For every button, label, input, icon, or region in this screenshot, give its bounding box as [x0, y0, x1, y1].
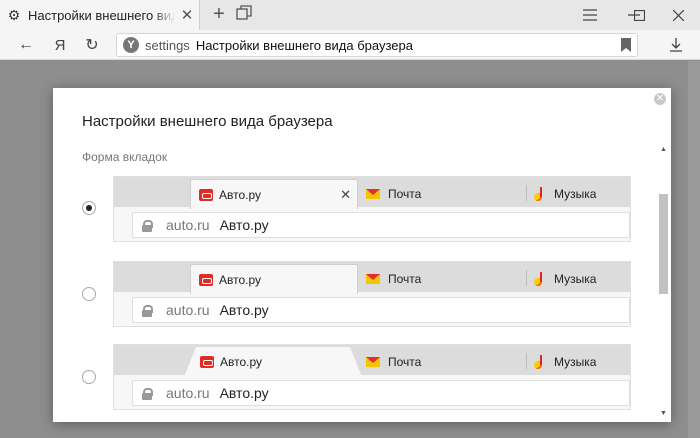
lock-icon	[142, 387, 153, 400]
tab-title: Настройки внешнего вида б	[28, 7, 175, 23]
preview-tab-strip: Авто.ру Почта Музыка	[114, 345, 630, 377]
tab-separator	[526, 270, 527, 286]
auto-ru-icon	[200, 356, 214, 368]
lock-icon	[142, 219, 153, 232]
new-tab-button[interactable]: +	[208, 4, 230, 26]
preview-tab-active: Авто.ру	[184, 347, 362, 377]
preview-page-title: Авто.ру	[219, 302, 269, 318]
bookmark-icon[interactable]	[621, 38, 631, 52]
title-bar: ⚙ Настройки внешнего вида б ✕ +	[0, 0, 700, 30]
browser-tab[interactable]: ⚙ Настройки внешнего вида б ✕	[0, 0, 200, 30]
preview-tab-music: Музыка	[534, 264, 596, 294]
preview-tab-mail: Почта	[366, 264, 421, 294]
preview-tab-label: Почта	[388, 355, 422, 369]
preview-host: auto.ru	[166, 217, 210, 233]
dialog-title: Настройки внешнего вида браузера	[82, 113, 333, 130]
preview-address-bar: auto.ru Авто.ру	[132, 212, 630, 238]
preview-host: auto.ru	[166, 302, 210, 318]
page-scrollbar[interactable]	[688, 61, 700, 438]
preview-tab-strip: Авто.ру ✕ Почта Музыка	[114, 177, 630, 209]
preview-tab-label: Авто.ру	[220, 355, 263, 369]
menu-icon[interactable]	[568, 0, 612, 30]
tab-separator	[526, 185, 527, 201]
tab-shape-preview[interactable]: Авто.ру ✕ Почта Музыка auto.ru Авто.ру	[113, 176, 631, 242]
address-page-title: Настройки внешнего вида браузера	[195, 37, 413, 53]
tab-shape-radio[interactable]	[82, 370, 96, 384]
tab-shape-option: Авто.ру Почта Музыка auto.ru Авто.ру	[53, 344, 653, 414]
maximize-button[interactable]	[617, 0, 661, 30]
scroll-thumb[interactable]	[659, 194, 668, 294]
music-icon	[534, 355, 546, 369]
mail-icon	[366, 189, 380, 199]
preview-tab-label: Авто.ру	[219, 187, 262, 202]
navigation-bar: ← Я ↻ Y settings Настройки внешнего вида…	[0, 30, 700, 60]
preview-address-bar: auto.ru Авто.ру	[132, 297, 630, 323]
tab-separator	[526, 353, 527, 369]
reload-icon[interactable]: ↻	[78, 30, 106, 60]
preview-tab-mail: Почта	[366, 179, 421, 209]
section-label: Форма вкладок	[82, 150, 168, 164]
dialog-scrollbar[interactable]: ▲ ▼	[657, 145, 668, 422]
tab-shape-option: Авто.ру ✕ Почта Музыка auto.ru Авто.ру	[53, 176, 653, 246]
mail-icon	[366, 274, 380, 284]
preview-tab-label: Музыка	[554, 272, 597, 286]
preview-host: auto.ru	[166, 385, 210, 401]
address-host: settings	[145, 37, 190, 53]
close-icon: ✕	[340, 186, 351, 202]
close-window-button[interactable]	[656, 0, 700, 30]
tab-shape-radio[interactable]	[82, 201, 96, 215]
music-icon	[534, 187, 546, 201]
close-icon[interactable]: ✕	[175, 6, 199, 24]
preview-tab-music: Музыка	[534, 179, 596, 209]
preview-tab-label: Авто.ру	[219, 272, 262, 287]
music-icon	[534, 272, 546, 286]
preview-page-title: Авто.ру	[219, 217, 269, 233]
preview-page-title: Авто.ру	[219, 385, 269, 401]
mail-icon	[366, 357, 380, 367]
preview-tab-label: Почта	[388, 272, 422, 286]
yandex-icon[interactable]: Я	[46, 30, 74, 60]
auto-ru-icon	[199, 273, 213, 286]
address-bar[interactable]: Y settings Настройки внешнего вида брауз…	[116, 33, 638, 57]
yandex-badge-icon: Y	[123, 37, 139, 53]
preview-tab-label: Почта	[388, 187, 422, 201]
preview-tab-strip: Авто.ру Почта Музыка	[114, 262, 630, 294]
preview-tab-active: Авто.ру	[190, 264, 358, 294]
tab-shape-preview[interactable]: Авто.ру Почта Музыка auto.ru Авто.ру	[113, 344, 631, 410]
preview-tab-label: Музыка	[554, 355, 597, 369]
back-icon[interactable]: ←	[12, 30, 40, 60]
tab-shape-radio[interactable]	[82, 287, 96, 301]
scroll-up-icon[interactable]: ▲	[659, 146, 668, 156]
preview-tab-label: Музыка	[554, 187, 597, 201]
tab-manager-icon[interactable]	[236, 5, 256, 25]
appearance-settings-dialog: ✕ Настройки внешнего вида браузера Форма…	[53, 88, 671, 422]
preview-tab-music: Музыка	[534, 347, 596, 377]
auto-ru-icon	[199, 188, 213, 201]
download-icon[interactable]	[662, 30, 690, 60]
dialog-close-icon[interactable]: ✕	[654, 93, 666, 105]
preview-tab-active: Авто.ру ✕	[190, 179, 358, 209]
preview-address-bar: auto.ru Авто.ру	[132, 380, 630, 406]
tab-shape-preview[interactable]: Авто.ру Почта Музыка auto.ru Авто.ру	[113, 261, 631, 327]
lock-icon	[142, 304, 153, 317]
gear-icon: ⚙	[7, 6, 21, 23]
preview-tab-mail: Почта	[366, 347, 421, 377]
scroll-down-icon[interactable]: ▼	[659, 410, 668, 420]
tab-shape-option: Авто.ру Почта Музыка auto.ru Авто.ру	[53, 261, 653, 331]
